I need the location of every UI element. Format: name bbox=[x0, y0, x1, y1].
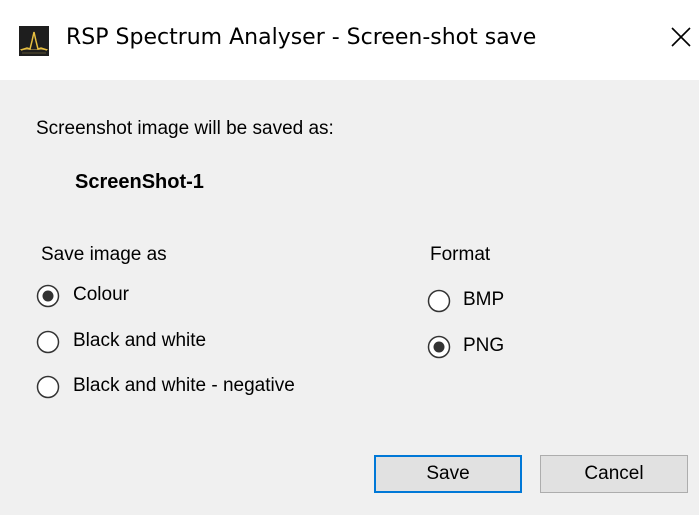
radio-unchecked-icon bbox=[36, 375, 60, 399]
save-button[interactable]: Save bbox=[374, 455, 522, 493]
radio-unchecked-icon bbox=[427, 289, 451, 313]
radio-checked-icon bbox=[36, 284, 60, 308]
format-heading: Format bbox=[430, 244, 491, 265]
title-bar[interactable]: RSP Spectrum Analyser - Screen-shot save bbox=[0, 0, 699, 80]
radio-colour[interactable]: Colour bbox=[36, 284, 236, 314]
radio-black-and-white-negative[interactable]: Black and white - negative bbox=[36, 375, 336, 405]
window-title: RSP Spectrum Analyser - Screen-shot save bbox=[66, 25, 537, 50]
save-info-label: Screenshot image will be saved as: bbox=[36, 118, 334, 139]
radio-black-and-white[interactable]: Black and white bbox=[36, 330, 296, 360]
close-button[interactable] bbox=[656, 14, 699, 64]
radio-black-and-white-label: Black and white bbox=[73, 330, 207, 351]
radio-png-label: PNG bbox=[463, 335, 505, 356]
save-as-heading: Save image as bbox=[41, 244, 167, 265]
radio-checked-icon bbox=[427, 335, 451, 359]
radio-unchecked-icon bbox=[36, 330, 60, 354]
screenshot-filename: ScreenShot-1 bbox=[75, 171, 204, 193]
spectrum-app-icon bbox=[19, 26, 49, 56]
screenshot-save-dialog: RSP Spectrum Analyser - Screen-shot save… bbox=[0, 0, 699, 515]
close-icon bbox=[671, 27, 691, 47]
radio-bmp[interactable]: BMP bbox=[427, 289, 547, 319]
radio-png[interactable]: PNG bbox=[427, 335, 547, 365]
radio-bmp-label: BMP bbox=[463, 289, 505, 310]
radio-black-and-white-negative-label: Black and white - negative bbox=[73, 375, 295, 396]
cancel-button[interactable]: Cancel bbox=[540, 455, 688, 493]
radio-colour-label: Colour bbox=[73, 284, 129, 305]
